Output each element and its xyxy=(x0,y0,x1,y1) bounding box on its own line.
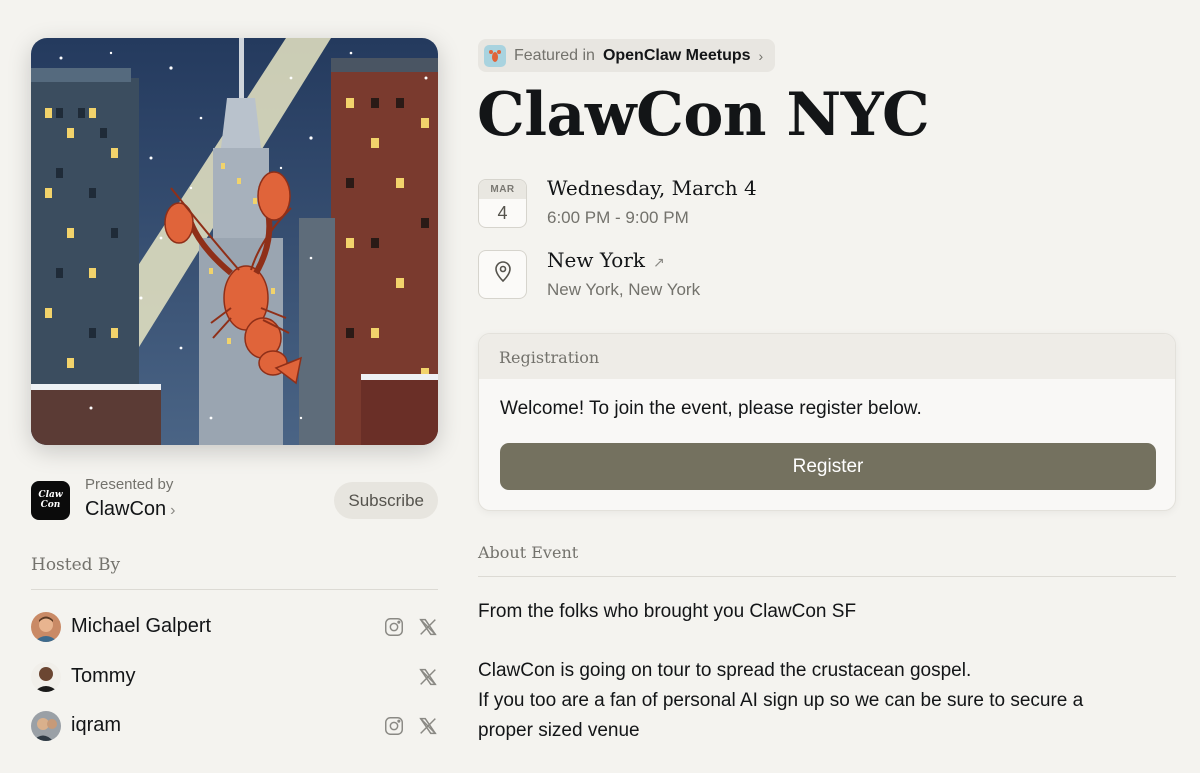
avatar xyxy=(31,612,61,642)
hosted-divider xyxy=(31,589,438,590)
avatar xyxy=(31,662,61,692)
x-icon[interactable] xyxy=(417,666,439,688)
map-pin-icon xyxy=(491,260,515,289)
location-name: New York xyxy=(547,248,645,272)
logo-text-claw: Claw xyxy=(38,490,63,500)
event-cover-image xyxy=(31,38,438,445)
calendar-date-badge: MAR 4 xyxy=(478,179,527,228)
presented-by-label: Presented by xyxy=(85,476,174,493)
register-button[interactable]: Register xyxy=(500,443,1156,490)
hosted-by-heading: Hosted By xyxy=(31,555,121,575)
presenter-logo[interactable]: Claw Con xyxy=(31,481,70,520)
registration-header: Registration xyxy=(479,334,1175,379)
host-name: Tommy xyxy=(71,665,136,687)
presenter-name: ClawCon xyxy=(85,498,167,520)
event-date: Wednesday, March 4 xyxy=(547,176,757,200)
presenter-name-link[interactable]: ClawCon › xyxy=(85,498,175,521)
about-paragraph: ClawCon is going on tour to spread the c… xyxy=(478,660,972,681)
instagram-icon[interactable] xyxy=(383,715,405,737)
host-row[interactable]: iqram xyxy=(31,711,438,743)
x-icon[interactable] xyxy=(417,715,439,737)
about-paragraph: If you too are a fan of personal AI sign… xyxy=(478,690,1084,711)
avatar xyxy=(31,711,61,741)
logo-text-con: Con xyxy=(40,500,61,510)
event-title: ClawCon NYC xyxy=(477,80,930,150)
event-time: 6:00 PM - 9:00 PM xyxy=(547,208,689,227)
host-row[interactable]: Michael Galpert xyxy=(31,612,438,644)
about-divider xyxy=(478,576,1176,577)
about-paragraph: proper sized venue xyxy=(478,720,640,741)
x-icon[interactable] xyxy=(417,616,439,638)
featured-prefix: Featured in xyxy=(514,46,595,64)
registration-card: Registration Welcome! To join the event,… xyxy=(478,333,1176,511)
lobster-icon xyxy=(484,44,506,67)
chevron-right-icon: › xyxy=(758,47,764,64)
about-paragraph: From the folks who brought you ClawCon S… xyxy=(478,601,857,622)
location-link[interactable]: New York ↗ xyxy=(547,248,665,272)
date-day: 4 xyxy=(497,203,508,223)
external-arrow-icon: ↗ xyxy=(653,255,665,271)
subscribe-button[interactable]: Subscribe xyxy=(334,482,438,519)
chevron-right-icon: › xyxy=(170,502,176,519)
host-row[interactable]: Tommy xyxy=(31,662,438,694)
instagram-icon[interactable] xyxy=(383,616,405,638)
host-name: Michael Galpert xyxy=(71,615,212,637)
registration-message: Welcome! To join the event, please regis… xyxy=(500,398,922,419)
featured-calendar-chip[interactable]: Featured in OpenClaw Meetups › xyxy=(478,39,776,72)
date-month: MAR xyxy=(479,180,526,199)
location-badge xyxy=(478,250,527,299)
host-name: iqram xyxy=(71,714,122,736)
location-detail: New York, New York xyxy=(547,280,701,299)
about-event-heading: About Event xyxy=(478,543,579,562)
featured-calendar-name: OpenClaw Meetups xyxy=(602,46,751,64)
presenter-row: Claw Con Presented by ClawCon › Subscribe xyxy=(31,476,438,524)
